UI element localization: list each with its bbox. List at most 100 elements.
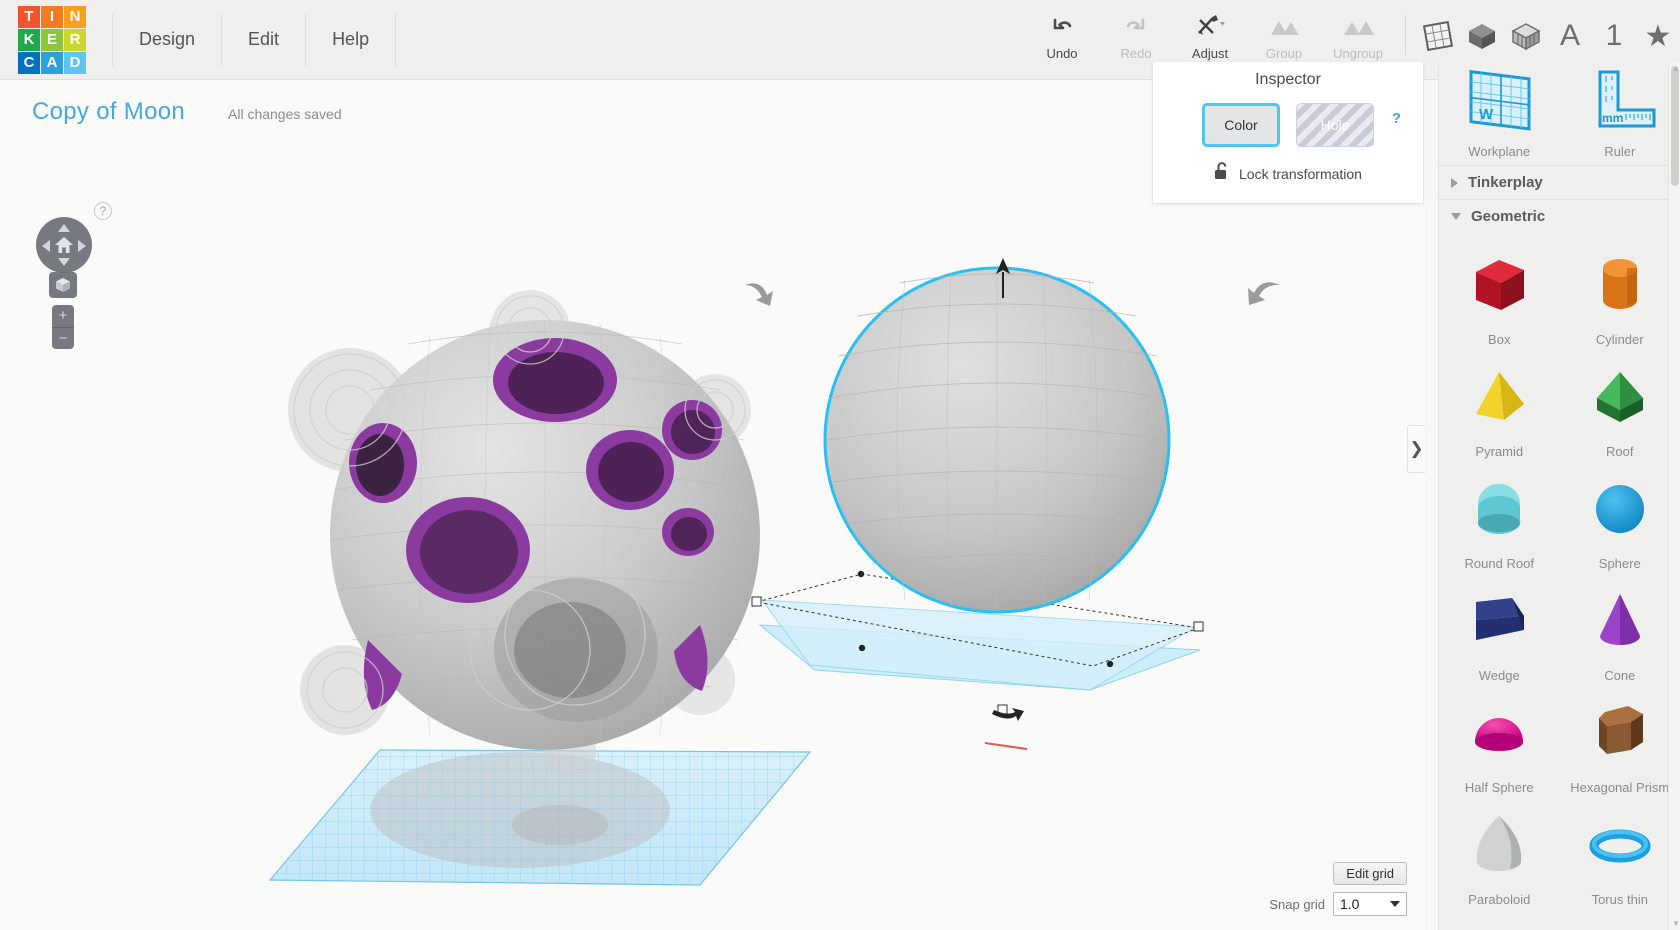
pyramid-shape-icon (1462, 351, 1536, 442)
snap-grid-select[interactable]: 1.0 (1333, 892, 1407, 916)
wedge-shape-icon (1462, 575, 1536, 666)
shapes-sidebar: W Workplane mm Ruler Tinkerplay Geometri… (1438, 62, 1680, 930)
workplane-grid-icon: W (1469, 70, 1531, 131)
section-geometric-label: Geometric (1471, 208, 1546, 225)
number-one-glyph: 1 (1605, 19, 1623, 52)
sidebar-scrollbar[interactable]: ▲ ▼ (1668, 62, 1680, 930)
menu-item-help[interactable]: Help (306, 13, 397, 66)
menu-item-edit[interactable]: Edit (222, 13, 307, 66)
shape-round-roof[interactable]: Round Roof (1439, 463, 1560, 575)
adjust-button[interactable]: Adjust (1173, 9, 1247, 61)
3d-canvas[interactable]: Copy of Moon All changes saved ? + − ❯ E… (0, 80, 1425, 930)
rotation-indicator-line (984, 742, 1028, 750)
shape-pyramid[interactable]: Pyramid (1439, 351, 1560, 463)
help-icon[interactable]: ? (94, 202, 112, 220)
shape-cone[interactable]: Cone (1560, 575, 1680, 687)
hole-button[interactable]: Hole (1296, 103, 1374, 147)
inspector-help-icon[interactable]: ? (1392, 110, 1401, 127)
logo-tile-r: R (64, 28, 86, 51)
half-sphere-shape-icon (1462, 687, 1536, 778)
undo-button[interactable]: Undo (1025, 9, 1099, 61)
workplane-label: Workplane (1468, 144, 1531, 159)
right-workplane (758, 599, 1201, 691)
ungroup-button[interactable]: Ungroup (1321, 9, 1395, 61)
menu-item-design[interactable]: Design (112, 13, 223, 66)
redo-label: Redo (1120, 46, 1152, 61)
logo-tile-e: E (41, 28, 63, 51)
sphere-shape-icon (1583, 463, 1657, 554)
number-one-icon[interactable]: 1 (1592, 13, 1636, 59)
scene-svg (268, 258, 1280, 886)
ungroup-label: Ungroup (1333, 46, 1383, 61)
ruler-badge: mm (1602, 111, 1623, 125)
nav-down-arrow-icon[interactable] (58, 258, 70, 266)
shape-cone-label: Cone (1604, 668, 1636, 683)
chevron-down-icon (1390, 901, 1400, 907)
shape-half-sphere[interactable]: Half Sphere (1439, 687, 1560, 799)
ruler-tool[interactable]: mm Ruler (1560, 66, 1680, 159)
snap-grid-row: Snap grid 1.0 (1269, 892, 1407, 916)
text-a-icon[interactable]: A (1548, 13, 1592, 59)
group-button[interactable]: Group (1247, 9, 1321, 61)
scroll-up-icon[interactable]: ▲ (1672, 64, 1680, 73)
cone-shape-icon (1583, 575, 1657, 666)
shape-roof[interactable]: Roof (1560, 351, 1680, 463)
nav-right-arrow-icon[interactable] (78, 240, 86, 252)
ruler-mm-icon: mm (1598, 70, 1656, 128)
main-menu: Design Edit Help (112, 13, 397, 66)
section-geometric[interactable]: Geometric (1439, 199, 1680, 233)
wireframe-cube-icon[interactable] (1504, 13, 1548, 59)
shape-paraboloid[interactable]: Paraboloid (1439, 799, 1560, 911)
workplane-tool[interactable]: W Workplane (1439, 66, 1560, 159)
shape-wedge[interactable]: Wedge (1439, 575, 1560, 687)
grid-view-icon[interactable] (1416, 13, 1460, 59)
home-view-icon[interactable] (54, 235, 74, 255)
edit-grid-button[interactable]: Edit grid (1333, 862, 1407, 885)
sidebar-collapse-toggle[interactable]: ❯ (1407, 425, 1425, 473)
redo-button[interactable]: Redo (1099, 9, 1173, 61)
redo-arrow-icon (1123, 9, 1149, 43)
snap-grid-label: Snap grid (1269, 896, 1325, 912)
shape-cylinder[interactable]: Cylinder (1560, 239, 1680, 351)
solid-cube-icon[interactable] (1460, 13, 1504, 59)
logo-tile-t: T (18, 5, 40, 28)
logo-tile-a: A (41, 51, 63, 74)
zoom-in-button[interactable]: + (52, 305, 74, 328)
shape-wedge-label: Wedge (1478, 668, 1520, 683)
shape-pyramid-label: Pyramid (1475, 444, 1524, 459)
lock-transformation-row[interactable]: Lock transformation (1153, 161, 1423, 186)
nav-up-arrow-icon[interactable] (58, 224, 70, 232)
inspector-panel: Inspector Color Hole Lock transformation… (1152, 62, 1424, 204)
cylinder-shape-icon (1583, 239, 1657, 330)
color-button[interactable]: Color (1202, 103, 1280, 147)
shape-torus-thin-label: Torus thin (1591, 892, 1648, 907)
inspector-title: Inspector (1255, 71, 1321, 88)
paraboloid-shape-icon (1462, 799, 1536, 890)
torus-thin-shape-icon (1583, 799, 1657, 890)
scroll-down-icon[interactable]: ▼ (1672, 919, 1680, 928)
section-tinkerplay-label: Tinkerplay (1468, 174, 1543, 191)
group-mountains-icon (1268, 9, 1300, 43)
box-shape-icon (1462, 239, 1536, 330)
unlock-padlock-icon (1214, 161, 1230, 186)
chevron-down-icon (1451, 213, 1461, 220)
view-navigation-pad[interactable] (36, 217, 92, 273)
ungroup-mountains-icon (1342, 9, 1374, 43)
shape-torus-thin[interactable]: Torus thin (1560, 799, 1680, 911)
shape-box[interactable]: Box (1439, 239, 1560, 351)
shape-sphere[interactable]: Sphere (1560, 463, 1680, 575)
scrollbar-thumb[interactable] (1671, 66, 1679, 186)
zoom-out-button[interactable]: − (52, 328, 74, 350)
tinkercad-logo[interactable]: TIN KER CAD (18, 5, 86, 74)
cube-fit-icon (56, 278, 70, 292)
nav-left-arrow-icon[interactable] (42, 240, 50, 252)
text-a-glyph: A (1559, 19, 1580, 52)
shape-hexagonal-prism[interactable]: Hexagonal Prism (1560, 687, 1680, 799)
section-tinkerplay[interactable]: Tinkerplay (1439, 165, 1680, 199)
fit-view-button[interactable] (49, 272, 77, 298)
group-label: Group (1265, 46, 1303, 61)
adjust-tools-icon (1193, 9, 1227, 43)
undo-arrow-icon (1049, 9, 1075, 43)
star-favorite-icon[interactable]: ★ (1636, 13, 1680, 59)
clustered-crater-moon-model (288, 290, 760, 776)
